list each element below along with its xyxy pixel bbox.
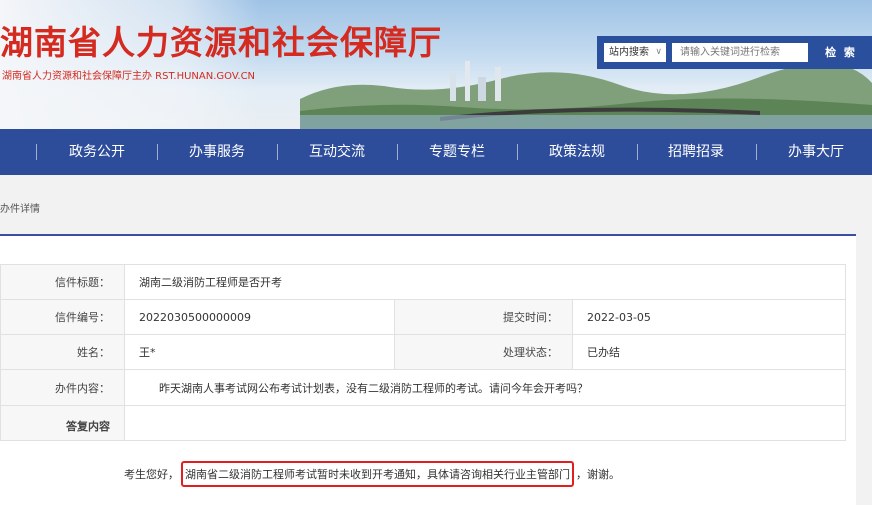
nav-item-public-affairs[interactable]: 政务公开 xyxy=(57,129,137,175)
submit-time-label: 提交时间： xyxy=(394,299,573,335)
number-label: 信件编号： xyxy=(0,299,125,335)
reply-suffix: ，谢谢。 xyxy=(576,468,620,481)
letter-detail-table: 信件标题： 湖南二级消防工程师是否开考 信件编号： 20220305000000… xyxy=(0,264,846,441)
number-value: 2022030500000009 xyxy=(124,299,395,335)
reply-cell xyxy=(124,405,846,441)
main-nav: 政务公开 办事服务 互动交流 专题专栏 政策法规 招聘招录 办事大厅 xyxy=(0,129,872,175)
site-subtitle: 湖南省人力资源和社会保障厅主办 RST.HUNAN.GOV.CN xyxy=(2,71,256,82)
nav-item-recruitment[interactable]: 招聘招录 xyxy=(656,129,736,175)
content-value: 昨天湖南人事考试网公布考试计划表，没有二级消防工程师的考试。请问今年会开考吗？ xyxy=(124,369,846,406)
reply-text: 考生您好， 湖南省二级消防工程师考试暂时未收到开考通知，具体请咨询相关行业主管部门… xyxy=(124,461,620,487)
search-bar: 站内搜索 ∨ 检 索 xyxy=(597,36,872,69)
nav-item-policies[interactable]: 政策法规 xyxy=(537,129,617,175)
site-title: 湖南省人力资源和社会保障厅 xyxy=(0,23,442,62)
content-label: 办件内容： xyxy=(0,369,125,406)
nav-separator xyxy=(397,144,398,160)
status-value: 已办结 xyxy=(572,334,846,370)
nav-separator xyxy=(277,144,278,160)
chevron-down-icon: ∨ xyxy=(655,47,662,57)
nav-item-service-hall[interactable]: 办事大厅 xyxy=(776,129,856,175)
nav-separator xyxy=(637,144,638,160)
title-label: 信件标题： xyxy=(0,264,125,300)
reply-label: 答复内容 xyxy=(0,405,125,441)
nav-item-topics[interactable]: 专题专栏 xyxy=(417,129,497,175)
reply-highlight-box: 湖南省二级消防工程师考试暂时未收到开考通知，具体请咨询相关行业主管部门 xyxy=(181,461,574,487)
header-banner: 湖南省人力资源和社会保障厅 湖南省人力资源和社会保障厅主办 RST.HUNAN.… xyxy=(0,0,872,129)
nav-separator xyxy=(756,144,757,160)
search-scope-select[interactable]: 站内搜索 ∨ xyxy=(604,43,666,62)
title-value: 湖南二级消防工程师是否开考 xyxy=(124,264,846,300)
name-value: 王* xyxy=(124,334,395,370)
name-label: 姓名： xyxy=(0,334,125,370)
nav-separator xyxy=(157,144,158,160)
search-input[interactable] xyxy=(672,43,808,62)
nav-separator xyxy=(517,144,518,160)
table-row: 姓名： 王* 处理状态： 已办结 xyxy=(0,334,846,370)
table-row: 信件标题： 湖南二级消防工程师是否开考 xyxy=(0,264,846,300)
status-label: 处理状态： xyxy=(394,334,573,370)
reply-prefix: 考生您好， xyxy=(124,468,179,481)
table-row: 办件内容： 昨天湖南人事考试网公布考试计划表，没有二级消防工程师的考试。请问今年… xyxy=(0,369,846,406)
nav-item-interaction[interactable]: 互动交流 xyxy=(297,129,377,175)
nav-separator xyxy=(36,144,37,160)
nav-item-services[interactable]: 办事服务 xyxy=(177,129,257,175)
search-scope-label: 站内搜索 xyxy=(609,47,649,58)
table-row: 信件编号： 2022030500000009 提交时间： 2022-03-05 xyxy=(0,299,846,335)
table-row: 答复内容 xyxy=(0,405,846,441)
breadcrumb: 办件详情 xyxy=(0,204,40,215)
breadcrumb-bar xyxy=(0,175,872,235)
submit-time-value: 2022-03-05 xyxy=(572,299,846,335)
search-button[interactable]: 检 索 xyxy=(815,42,867,63)
reply-highlight-text: 湖南省二级消防工程师考试暂时未收到开考通知，具体请咨询相关行业主管部门 xyxy=(185,468,570,481)
